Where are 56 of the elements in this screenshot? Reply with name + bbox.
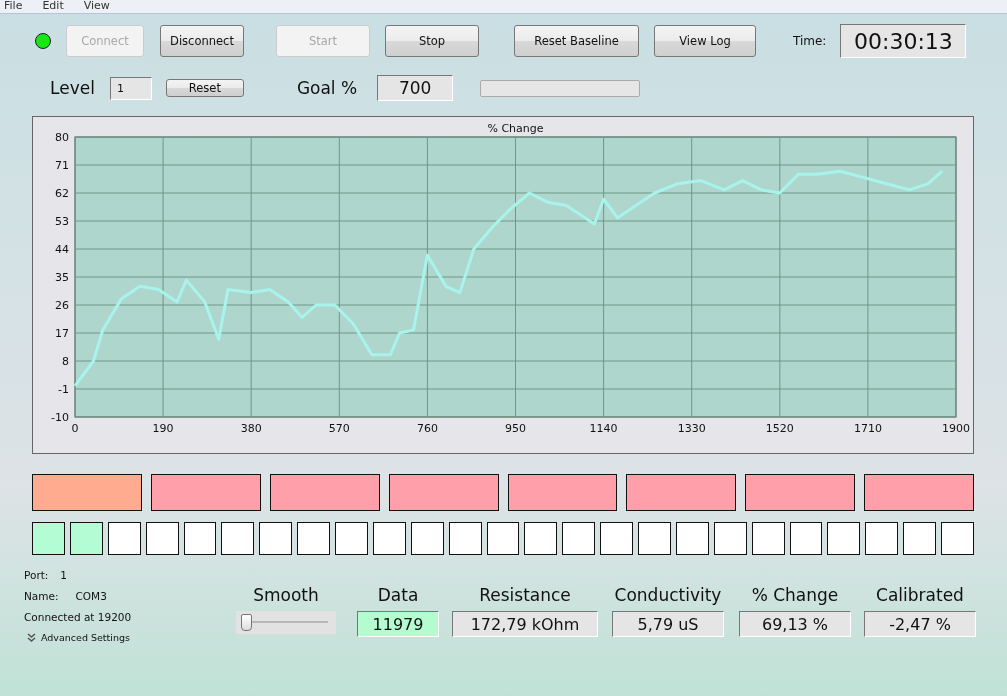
y-tick-label: 44 [55, 243, 69, 256]
chart-title: % Change [487, 122, 544, 135]
y-tick-label: 71 [55, 159, 69, 172]
advanced-settings-link[interactable]: Advanced Settings [41, 632, 130, 643]
port-value: 1 [60, 569, 68, 581]
y-tick-label: 35 [55, 271, 69, 284]
connection-status: Connected at 19200 [24, 611, 133, 623]
action-button[interactable]: Reset Baseline [514, 25, 639, 57]
name-label: Name: [24, 590, 59, 602]
readout-label: Data [377, 585, 419, 605]
readout-value: -2,47 % [864, 611, 976, 637]
readout-label: Conductivity [614, 585, 722, 605]
readout-label: % Change [751, 585, 839, 605]
readout-value: 11979 [357, 611, 439, 637]
x-tick-label: 1710 [853, 422, 882, 435]
x-tick-label: 570 [328, 422, 350, 435]
level-field[interactable]: 1 [109, 76, 152, 100]
y-tick-label: 53 [55, 215, 69, 228]
port-label: Port: [24, 569, 49, 581]
double-chevron-icon[interactable] [27, 632, 36, 643]
readout-label: Resistance [479, 585, 571, 605]
x-tick-label: 1330 [677, 422, 706, 435]
x-tick-label: 190 [152, 422, 174, 435]
smooth-label: Smooth [253, 585, 319, 605]
menu-item[interactable]: Edit [42, 0, 64, 12]
readout-value: 69,13 % [739, 611, 851, 637]
readout-label: Calibrated [876, 585, 964, 605]
action-button[interactable]: Stop [385, 25, 479, 57]
x-tick-label: 1520 [765, 422, 794, 435]
x-tick-label: 760 [416, 422, 438, 435]
x-tick-label: 950 [505, 422, 526, 435]
y-tick-label: 80 [55, 131, 69, 144]
readout-value: 5,79 uS [612, 611, 724, 637]
y-tick-label: 26 [55, 299, 69, 312]
time-display: 00:30:13 [840, 24, 967, 58]
goal-field[interactable]: 700 [377, 75, 454, 101]
menu-item[interactable]: View [83, 0, 110, 12]
action-button[interactable]: Disconnect [160, 25, 244, 57]
x-tick-label: 380 [240, 422, 262, 435]
reset-button[interactable]: Reset [165, 79, 244, 97]
level-label: Level [50, 78, 95, 98]
name-value: COM3 [75, 590, 107, 602]
x-tick-label: 0 [71, 422, 79, 435]
x-tick-label: 1900 [942, 422, 970, 435]
y-tick-label: -1 [58, 383, 69, 396]
readout-value: 172,79 kOhm [452, 611, 598, 637]
time-label: Time: [793, 34, 827, 48]
y-tick-label: 17 [55, 327, 69, 340]
y-tick-label: 62 [55, 187, 69, 200]
x-tick-label: 1140 [589, 422, 618, 435]
menu-item[interactable]: File [4, 0, 23, 12]
smooth-slider[interactable] [236, 611, 336, 634]
y-tick-label: 8 [62, 355, 69, 368]
y-tick-label: -10 [51, 411, 69, 424]
goal-label: Goal % [296, 78, 358, 98]
action-button[interactable]: View Log [654, 25, 756, 57]
